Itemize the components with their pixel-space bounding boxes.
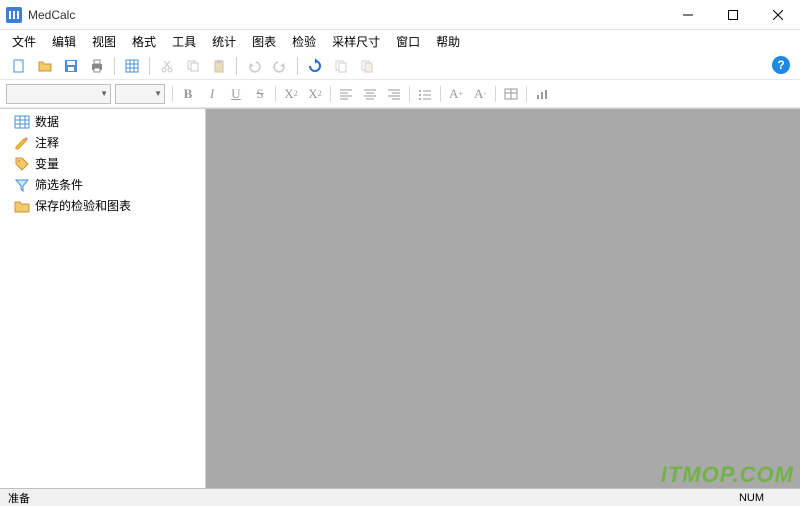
print-button[interactable] — [85, 54, 109, 78]
menu-window[interactable]: 窗口 — [388, 31, 428, 52]
separator — [236, 57, 237, 75]
subscript-button[interactable]: X2 — [280, 83, 302, 105]
align-left-button[interactable] — [335, 83, 357, 105]
pencil-icon — [14, 135, 30, 151]
redo-button[interactable] — [268, 54, 292, 78]
strike-button[interactable]: S — [249, 83, 271, 105]
main-toolbar — [0, 52, 800, 80]
refresh-button[interactable] — [303, 54, 327, 78]
menu-file[interactable]: 文件 — [4, 31, 44, 52]
copy-button[interactable] — [181, 54, 205, 78]
separator — [409, 86, 410, 102]
open-button[interactable] — [33, 54, 57, 78]
font-combo[interactable]: ▼ — [6, 84, 111, 104]
separator — [495, 86, 496, 102]
tree-item-label: 数据 — [35, 113, 59, 130]
statusbar: 准备 NUM — [0, 488, 800, 506]
menu-stats[interactable]: 统计 — [204, 31, 244, 52]
tree-item-label: 保存的检验和图表 — [35, 197, 131, 214]
align-right-button[interactable] — [383, 83, 405, 105]
save-button[interactable] — [59, 54, 83, 78]
status-text: 准备 — [8, 490, 739, 506]
format-toolbar: ▼ ▼ B I U S X2 X2 A+ A- — [0, 80, 800, 108]
workspace: 数据 注释 变量 筛选条件 保存的检验和图表 — [0, 108, 800, 488]
separator — [149, 57, 150, 75]
watermark: ITMOP.COM — [661, 462, 794, 488]
tree-item-label: 筛选条件 — [35, 176, 83, 193]
grid-icon — [14, 114, 30, 130]
grid-button[interactable] — [120, 54, 144, 78]
separator — [172, 86, 173, 102]
maximize-button[interactable] — [710, 0, 755, 30]
superscript-button[interactable]: X2 — [304, 83, 326, 105]
sidebar: 数据 注释 变量 筛选条件 保存的检验和图表 — [0, 109, 206, 488]
chevron-down-icon: ▼ — [154, 89, 162, 98]
tree-item-data[interactable]: 数据 — [0, 111, 205, 132]
menu-sample[interactable]: 采样尺寸 — [324, 31, 388, 52]
paste-button[interactable] — [207, 54, 231, 78]
separator — [114, 57, 115, 75]
minimize-button[interactable] — [665, 0, 710, 30]
increase-font-button[interactable]: A+ — [445, 83, 467, 105]
underline-button[interactable]: U — [225, 83, 247, 105]
app-icon — [6, 7, 22, 23]
menubar: 文件 编辑 视图 格式 工具 统计 图表 检验 采样尺寸 窗口 帮助 — [0, 30, 800, 52]
cut-button[interactable] — [155, 54, 179, 78]
italic-button[interactable]: I — [201, 83, 223, 105]
menu-help[interactable]: 帮助 — [428, 31, 468, 52]
undo-button[interactable] — [242, 54, 266, 78]
menu-view[interactable]: 视图 — [84, 31, 124, 52]
funnel-icon — [14, 177, 30, 193]
copy-format-button[interactable] — [329, 54, 353, 78]
titlebar: MedCalc — [0, 0, 800, 30]
help-icon[interactable]: ? — [772, 56, 790, 74]
menu-tools[interactable]: 工具 — [164, 31, 204, 52]
separator — [526, 86, 527, 102]
chevron-down-icon: ▼ — [100, 89, 108, 98]
separator — [275, 86, 276, 102]
paste-format-button[interactable] — [355, 54, 379, 78]
tree-item-filter[interactable]: 筛选条件 — [0, 174, 205, 195]
chart-format-button[interactable] — [531, 83, 553, 105]
folder-icon — [14, 198, 30, 214]
separator — [440, 86, 441, 102]
new-button[interactable] — [7, 54, 31, 78]
table-format-button[interactable] — [500, 83, 522, 105]
decrease-font-button[interactable]: A- — [469, 83, 491, 105]
bold-button[interactable]: B — [177, 83, 199, 105]
size-combo[interactable]: ▼ — [115, 84, 165, 104]
tree-item-variables[interactable]: 变量 — [0, 153, 205, 174]
tree-item-label: 注释 — [35, 134, 59, 151]
tree-item-label: 变量 — [35, 155, 59, 172]
tree-item-notes[interactable]: 注释 — [0, 132, 205, 153]
status-num: NUM — [739, 492, 792, 504]
separator — [297, 57, 298, 75]
window-controls — [665, 0, 800, 30]
menu-format[interactable]: 格式 — [124, 31, 164, 52]
align-center-button[interactable] — [359, 83, 381, 105]
app-title: MedCalc — [28, 8, 665, 22]
separator — [330, 86, 331, 102]
content-area — [206, 109, 800, 488]
menu-edit[interactable]: 编辑 — [44, 31, 84, 52]
list-button[interactable] — [414, 83, 436, 105]
tree-item-saved[interactable]: 保存的检验和图表 — [0, 195, 205, 216]
close-button[interactable] — [755, 0, 800, 30]
tag-icon — [14, 156, 30, 172]
menu-test[interactable]: 检验 — [284, 31, 324, 52]
menu-chart[interactable]: 图表 — [244, 31, 284, 52]
